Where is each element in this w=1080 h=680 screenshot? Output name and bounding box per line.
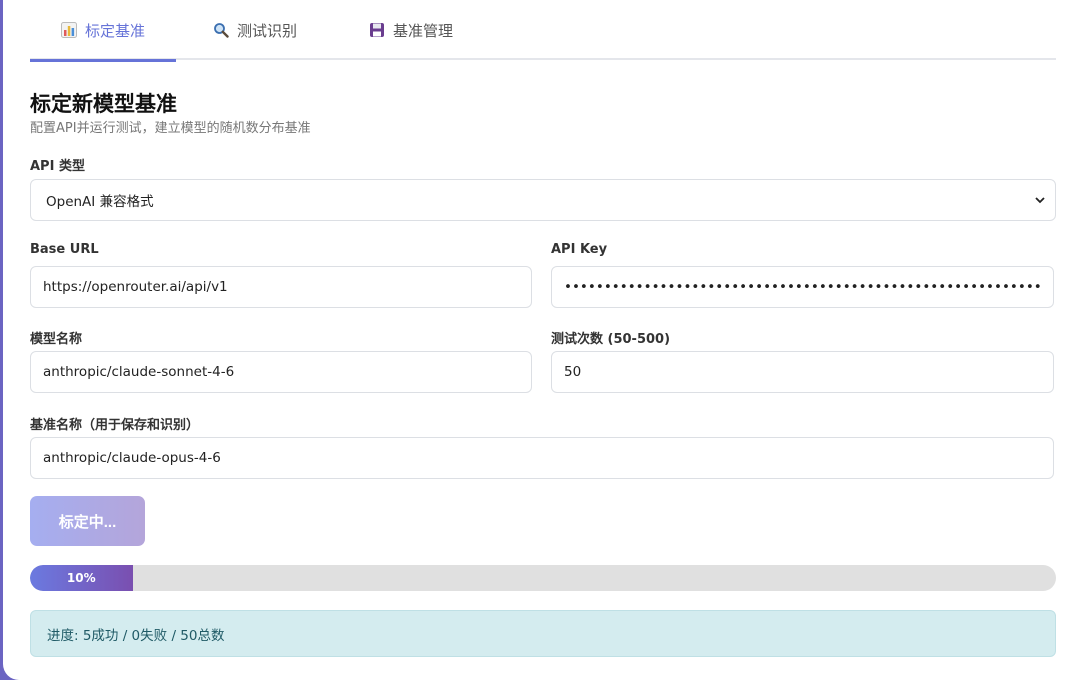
main-card: 标定基准 测试识别 基准管理 标定新模型基准 配置API并运行测试，建立模型的随… <box>3 0 1080 680</box>
page-subtitle: 配置API并运行测试，建立模型的随机数分布基准 <box>30 121 311 136</box>
api-type-select[interactable]: OpenAI 兼容格式 <box>30 179 1056 221</box>
bar-chart-icon <box>60 22 77 38</box>
test-count-input[interactable] <box>551 351 1054 393</box>
api-type-value: OpenAI 兼容格式 <box>46 194 154 210</box>
floppy-disk-icon <box>369 22 385 38</box>
magnifier-icon <box>213 22 229 38</box>
chevron-down-icon <box>1033 193 1047 207</box>
base-url-input[interactable] <box>30 266 532 308</box>
page-title: 标定新模型基准 <box>30 92 177 116</box>
base-url-label: Base URL <box>30 242 99 257</box>
model-name-input[interactable] <box>30 351 532 393</box>
calibrate-button[interactable]: 标定中... <box>30 496 145 546</box>
api-type-label: API 类型 <box>30 159 85 174</box>
baseline-name-input[interactable] <box>30 437 1054 479</box>
tab-test-identify-label: 测试识别 <box>236 21 297 40</box>
tab-bar: 标定基准 测试识别 基准管理 <box>30 0 1056 62</box>
api-key-input[interactable] <box>551 266 1054 308</box>
tab-baseline-manage-label: 基准管理 <box>392 21 453 40</box>
progress-fill: 10% <box>30 565 133 591</box>
test-count-label: 测试次数 (50-500) <box>551 332 671 347</box>
tab-baseline-manage[interactable]: 基准管理 <box>346 0 476 60</box>
tab-calibrate-label: 标定基准 <box>84 21 145 40</box>
progress-label: 10% <box>66 571 96 585</box>
status-text: 进度: 5成功 / 0失败 / 50总数 <box>47 627 225 644</box>
baseline-name-label: 基准名称（用于保存和识别） <box>30 418 200 433</box>
tab-test-identify[interactable]: 测试识别 <box>195 0 315 60</box>
api-key-label: API Key <box>551 242 608 257</box>
status-message: 进度: 5成功 / 0失败 / 50总数 <box>30 610 1056 657</box>
progress-bar: 10% <box>30 565 1056 591</box>
tab-calibrate[interactable]: 标定基准 <box>30 0 176 62</box>
model-name-label: 模型名称 <box>30 332 83 347</box>
